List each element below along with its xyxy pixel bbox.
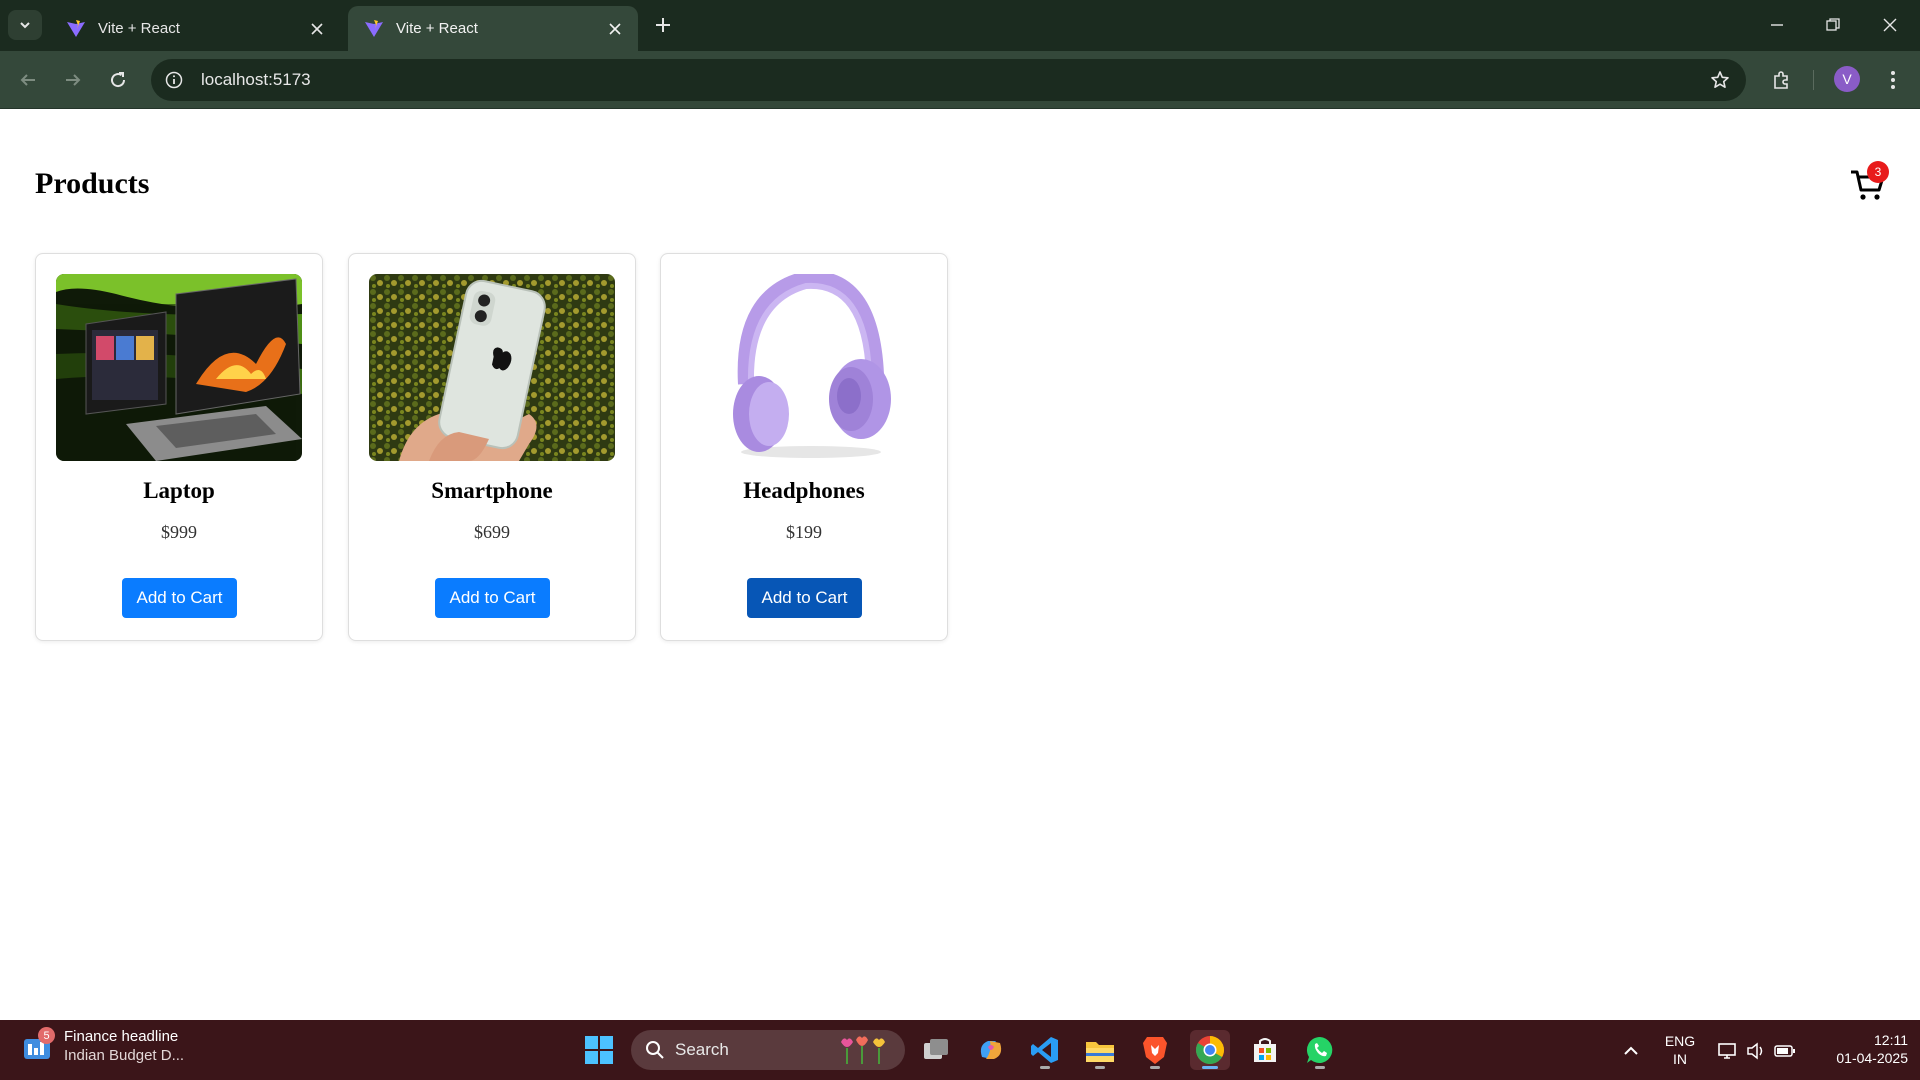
search-icon <box>646 1041 664 1059</box>
clock-date: 01-04-2025 <box>1836 1050 1908 1066</box>
network-icon[interactable] <box>1716 1040 1738 1062</box>
clock[interactable]: 12:11 01-04-2025 <box>1810 1031 1908 1067</box>
more-vertical-icon <box>1891 71 1895 89</box>
tab-title: Vite + React <box>396 20 478 37</box>
chevron-up-icon <box>1624 1046 1638 1055</box>
running-indicator <box>1315 1066 1325 1069</box>
browser-toolbar: localhost:5173 V <box>0 51 1920 109</box>
task-view-button[interactable] <box>916 1030 956 1070</box>
chrome-button[interactable] <box>1190 1030 1230 1070</box>
laptop-image <box>56 274 302 461</box>
site-info-icon[interactable] <box>163 69 185 91</box>
search-label: Search <box>675 1040 729 1059</box>
minimize-icon <box>1771 24 1783 26</box>
tulips-icon <box>841 1036 885 1064</box>
brave-button[interactable] <box>1135 1030 1175 1070</box>
news-headline: Finance headline <box>64 1028 179 1045</box>
arrow-right-icon <box>66 74 81 86</box>
clock-time: 12:11 <box>1874 1032 1908 1048</box>
vite-logo-icon <box>67 19 85 37</box>
vscode-button[interactable] <box>1025 1030 1065 1070</box>
minimize-button[interactable] <box>1760 10 1794 40</box>
volume-icon[interactable] <box>1745 1040 1767 1062</box>
restore-button[interactable] <box>1816 10 1850 40</box>
product-name: Headphones <box>743 478 865 503</box>
close-icon <box>1883 18 1897 32</box>
battery-icon[interactable] <box>1774 1040 1796 1062</box>
reload-icon <box>111 72 126 88</box>
product-card-smartphone: Smartphone $699 Add to Cart <box>348 253 636 641</box>
taskbar-search[interactable]: Search <box>631 1030 905 1070</box>
bookmark-star-icon[interactable] <box>1708 68 1732 92</box>
toolbar-separator <box>1813 70 1814 90</box>
add-to-cart-button[interactable]: Add to Cart <box>747 578 862 618</box>
address-bar[interactable]: localhost:5173 <box>151 59 1746 101</box>
browser-tab-2[interactable]: Vite + React <box>348 6 638 51</box>
tab-title: Vite + React <box>98 20 180 37</box>
product-card-laptop: Laptop $999 Add to Cart <box>35 253 323 641</box>
language-indicator[interactable]: ENG IN <box>1656 1032 1704 1068</box>
news-badge: 5 <box>38 1027 55 1044</box>
tab-close-icon[interactable] <box>306 18 328 40</box>
tab-strip: Vite + React Vite + React <box>0 0 1920 51</box>
product-name: Smartphone <box>431 478 553 503</box>
product-name: Laptop <box>143 478 215 503</box>
product-card-headphones: Headphones $199 Add to Cart <box>660 253 948 641</box>
store-icon <box>1254 1038 1276 1062</box>
news-widget-icon: 5 <box>20 1027 55 1063</box>
running-indicator <box>1095 1066 1105 1069</box>
running-indicator <box>1202 1066 1218 1069</box>
product-price: $999 <box>161 522 197 542</box>
product-price: $199 <box>786 522 822 542</box>
news-snippet: Indian Budget D... <box>64 1047 185 1064</box>
task-view-icon <box>924 1039 948 1059</box>
brave-lion-icon <box>1143 1037 1167 1064</box>
vscode-icon <box>1031 1037 1058 1063</box>
cart-count-badge: 3 <box>1867 161 1889 183</box>
smartphone-image <box>369 274 615 461</box>
windows-logo-icon <box>585 1036 613 1064</box>
whatsapp-icon <box>1306 1036 1333 1063</box>
chevron-down-icon <box>20 22 30 29</box>
add-to-cart-button[interactable]: Add to Cart <box>435 578 550 618</box>
puzzle-icon <box>1774 71 1788 89</box>
extensions-button[interactable] <box>1766 65 1796 95</box>
taskbar: 5 Finance headline Indian Budget D... Se… <box>0 1020 1920 1080</box>
language-line-1: ENG <box>1664 1033 1696 1049</box>
news-widget[interactable]: 5 Finance headline Indian Budget D... <box>20 1027 185 1064</box>
tab-close-icon[interactable] <box>604 18 626 40</box>
running-indicator <box>1150 1066 1160 1069</box>
chrome-icon <box>1196 1036 1224 1064</box>
browser-tab-1[interactable]: Vite + React <box>50 6 340 51</box>
show-hidden-icons-button[interactable] <box>1620 1040 1642 1062</box>
restore-icon <box>1826 18 1840 31</box>
vite-logo-icon <box>365 19 383 37</box>
page-title: Products <box>35 167 150 200</box>
product-price: $699 <box>474 522 510 542</box>
profile-avatar[interactable]: V <box>1834 66 1860 92</box>
back-button[interactable] <box>13 65 43 95</box>
language-line-2: IN <box>1673 1051 1687 1067</box>
file-explorer-button[interactable] <box>1080 1030 1120 1070</box>
microsoft-store-button[interactable] <box>1245 1030 1285 1070</box>
tab-search-button[interactable] <box>8 10 42 40</box>
page-content: Products 3 Laptop $999 Add to Cart Smart… <box>0 109 1920 1020</box>
new-tab-button[interactable] <box>650 12 676 38</box>
start-button[interactable] <box>579 1030 619 1070</box>
whatsapp-button[interactable] <box>1300 1030 1340 1070</box>
copilot-icon <box>980 1041 1002 1059</box>
folder-icon <box>1086 1042 1114 1062</box>
headphones-image <box>681 274 927 461</box>
url-text: localhost:5173 <box>201 70 311 89</box>
forward-button[interactable] <box>58 65 88 95</box>
add-to-cart-button[interactable]: Add to Cart <box>122 578 237 618</box>
close-window-button[interactable] <box>1873 10 1907 40</box>
reload-button[interactable] <box>103 65 133 95</box>
browser-menu-button[interactable] <box>1878 65 1908 95</box>
running-indicator <box>1040 1066 1050 1069</box>
arrow-left-icon <box>20 74 35 86</box>
plus-icon <box>656 18 670 32</box>
copilot-button[interactable] <box>971 1030 1011 1070</box>
